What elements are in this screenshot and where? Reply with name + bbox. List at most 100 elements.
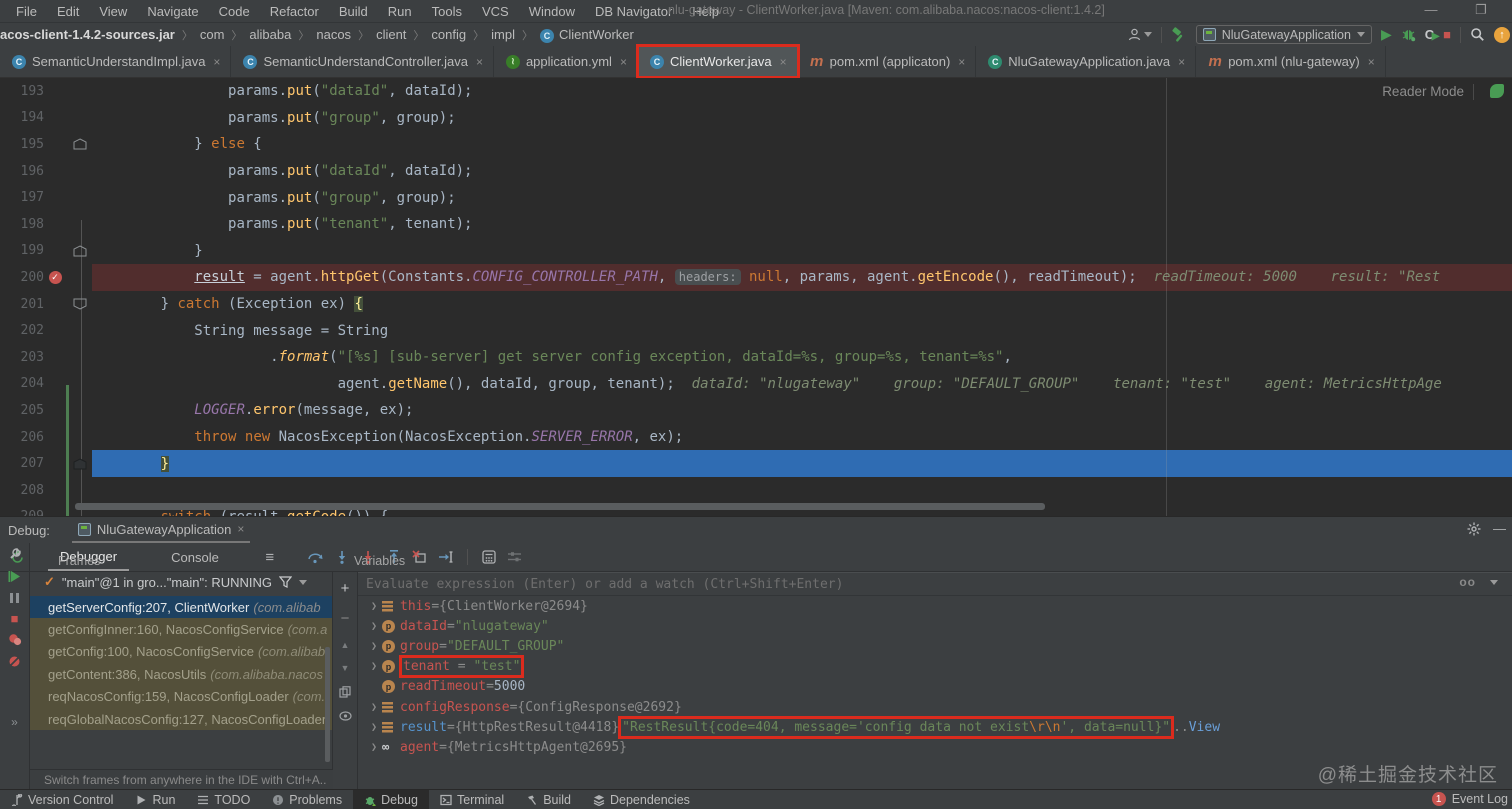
status-item-version-control[interactable]: Version Control [0,790,124,809]
expander-icon[interactable]: ❯ [366,661,382,672]
editor-tab-application-yml[interactable]: ≀ application.yml × [494,46,638,77]
event-log-widget[interactable]: 1 Event Log [1431,789,1512,809]
fold-marker-icon[interactable] [73,298,87,310]
mute-breakpoints-icon[interactable] [8,655,21,668]
fold-marker-icon[interactable] [73,458,87,470]
menu-item-navigate[interactable]: Navigate [137,4,208,19]
tab-close-icon[interactable]: × [958,55,965,69]
variable-row[interactable]: ❯ p group = "DEFAULT_GROUP" [358,636,1512,656]
layout-menu-icon[interactable]: ≡ [257,546,283,568]
evaluate-expression-icon[interactable] [476,546,502,568]
build-hammer-icon[interactable] [1171,26,1187,43]
expander-icon[interactable]: ❯ [366,601,382,612]
stack-frame[interactable]: reqNacosConfig:159, NacosConfigLoader (co… [30,685,332,708]
menu-item-window[interactable]: Window [519,4,585,19]
search-everywhere-icon[interactable] [1470,27,1485,42]
debug-session-tab[interactable]: NluGatewayApplication × [71,517,251,543]
trace-settings-icon[interactable] [502,546,528,568]
move-up-icon[interactable]: ▲ [341,640,350,650]
variable-row[interactable]: ❯ result = {HttpRestResult@4418} "RestRes… [358,715,1512,739]
resume-program-icon[interactable] [8,570,21,583]
view-breakpoints-icon[interactable] [8,633,22,646]
coverage-button[interactable]: C ▶ [1425,27,1440,42]
breadcrumb-item[interactable]: impl [491,27,515,42]
stack-frame[interactable]: reqGlobalNacosConfig:127, NacosConfigLoa… [30,707,332,731]
status-item-terminal[interactable]: Terminal [429,790,515,809]
breadcrumb-item[interactable]: C ClientWorker [539,27,634,43]
editor-tab-pom-xml-applicaton-[interactable]: m pom.xml (applicaton) × [798,46,977,77]
status-item-problems[interactable]: Problems [261,790,353,809]
menu-item-run[interactable]: Run [378,4,422,19]
fold-marker-icon[interactable] [73,245,87,257]
editor-tab-semanticunderstandcontroller-java[interactable]: C SemanticUnderstandController.java × [231,46,494,77]
editor-tab-nlugatewayapplication-java[interactable]: C NluGatewayApplication.java × [976,46,1197,77]
evaluate-expression-input[interactable]: Evaluate expression (Enter) or add a wat… [358,572,1512,596]
tab-close-icon[interactable]: × [213,55,220,69]
editor-tab-semanticunderstandimpl-java[interactable]: C SemanticUnderstandImpl.java × [0,46,232,77]
thread-caret[interactable] [299,579,308,585]
tab-close-icon[interactable]: × [1368,55,1375,69]
editor-horizontal-scrollbar[interactable] [75,503,1045,510]
menu-item-edit[interactable]: Edit [47,4,89,19]
status-item-build[interactable]: Build [515,790,582,809]
more-icons-chevron[interactable]: » [11,715,18,729]
duplicate-icon[interactable] [339,686,351,698]
move-down-icon[interactable]: ▼ [341,663,350,673]
fold-marker-icon[interactable] [73,138,87,150]
thread-selector[interactable]: ✓ "main"@1 in gro..."main": RUNNING [30,572,332,596]
watch-eye-icon[interactable] [338,711,352,721]
status-item-debug[interactable]: Debug [353,790,429,809]
code-editor[interactable]: 193 params.put("dataId", dataId); 194 param… [0,78,1512,516]
evaluate-caret[interactable] [1490,579,1498,585]
variable-row[interactable]: p readTimeout = 5000 [358,677,1512,697]
drop-frame-icon[interactable] [407,546,433,568]
variable-row[interactable]: ❯ ∞ agent = {MetricsHttpAgent@2695} [358,737,1512,757]
tab-close-icon[interactable]: × [780,55,787,69]
variable-row[interactable]: ❯ configResponse = {ConfigResponse@2692} [358,697,1512,717]
status-item-todo[interactable]: TODO [186,790,261,809]
stack-frame[interactable]: getConfig:100, NacosConfigService (com.al… [30,640,332,664]
breadcrumb-item[interactable]: acos-client-1.4.2-sources.jar [0,27,175,42]
menu-item-vcs[interactable]: VCS [472,4,519,19]
wrench-icon[interactable] [8,547,22,561]
breadcrumb-item[interactable]: com [200,27,225,42]
watches-glasses-icon[interactable]: oo [1459,575,1476,589]
expander-icon[interactable]: ❯ [366,722,382,733]
status-item-run[interactable]: Run [124,790,186,809]
run-configuration-select[interactable]: NluGatewayApplication [1195,25,1372,44]
breadcrumb-item[interactable]: alibaba [249,27,291,42]
menu-item-build[interactable]: Build [329,4,378,19]
breakpoint-icon[interactable]: ✓ [48,270,62,284]
editor-tab-clientworker-java[interactable]: C ClientWorker.java × [635,44,800,79]
frames-vertical-scrollbar[interactable] [325,647,330,762]
debug-button[interactable] [1401,27,1416,42]
stop-process-icon[interactable]: ■ [11,612,19,625]
breadcrumb-item[interactable]: config [431,27,466,42]
stop-button[interactable]: ■ [1443,27,1451,42]
session-close-icon[interactable]: × [237,522,244,536]
variable-row[interactable]: ❯ p tenant = "test" [358,655,1512,679]
stack-frame[interactable]: getConfigInner:160, NacosConfigService (c… [30,618,332,641]
filter-funnel-icon[interactable] [279,576,293,588]
add-watch-icon[interactable]: + [341,580,350,597]
update-notification-icon[interactable]: ↑ [1494,26,1510,43]
expander-icon[interactable]: ❯ [366,621,382,632]
variable-row[interactable]: ❯ this = {ClientWorker@2694} [358,596,1512,616]
menu-item-file[interactable]: File [6,4,47,19]
run-to-cursor-icon[interactable] [433,546,459,568]
status-item-dependencies[interactable]: Dependencies [582,790,701,809]
reader-mode-label[interactable]: Reader Mode [1382,84,1464,99]
tab-close-icon[interactable]: × [1178,55,1185,69]
menu-item-view[interactable]: View [89,4,137,19]
breadcrumb-item[interactable]: nacos [316,27,351,42]
tab-close-icon[interactable]: × [620,55,627,69]
step-over-icon[interactable] [303,546,329,568]
editor-tab-pom-xml-nlu-gateway-[interactable]: m pom.xml (nlu-gateway) × [1196,46,1386,77]
minimize-button[interactable]: — [1420,2,1442,17]
reader-mode-icon[interactable] [1490,84,1504,98]
menu-item-code[interactable]: Code [209,4,260,19]
expander-icon[interactable]: ❯ [366,641,382,652]
tab-console[interactable]: Console [159,543,231,571]
settings-gear-icon[interactable] [1467,522,1481,536]
variable-row[interactable]: ❯ p dataId = "nlugateway" [358,616,1512,636]
